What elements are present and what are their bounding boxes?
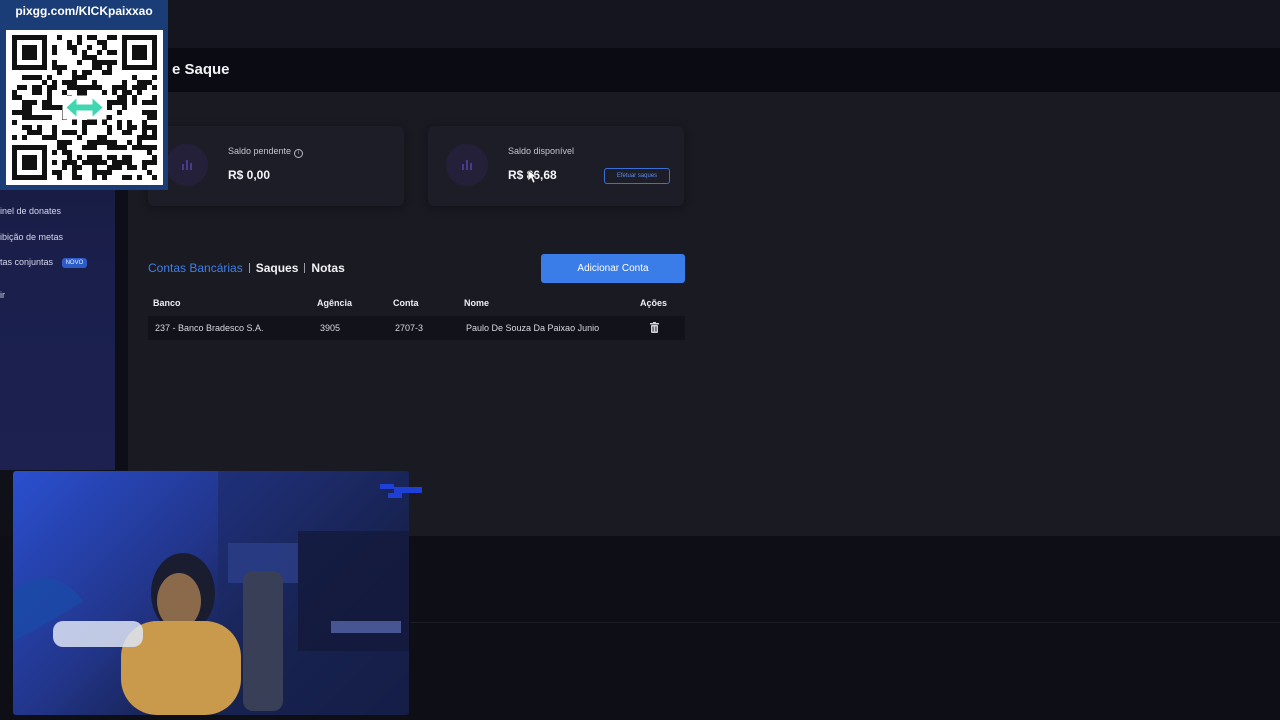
available-balance-card: Saldo disponível R$ 86,68 Efetuar saques [428, 126, 684, 206]
decorative-pixels [380, 484, 422, 498]
column-header-bank: Banco [153, 298, 181, 308]
screen: e Saque inel de donates ibição de metas … [0, 0, 1280, 720]
webcam-scene [13, 471, 409, 715]
divider [410, 622, 1280, 623]
pending-balance-value: R$ 0,00 [228, 168, 271, 182]
column-header-name: Nome [464, 298, 490, 308]
available-balance-label: Saldo disponível [508, 146, 575, 156]
sidebar-item-donates[interactable]: inel de donates [0, 206, 61, 216]
sidebar-item-label: tas conjuntas [0, 257, 54, 267]
tab-contas-bancarias[interactable]: Contas Bancárias [148, 261, 243, 275]
column-header-account: Conta [393, 298, 419, 308]
tab-separator [248, 263, 250, 273]
pending-balance-card: Saldo pendente i R$ 0,00 [148, 126, 404, 206]
tab-saques[interactable]: Saques [256, 261, 299, 275]
sidebar-item-contas-conjuntas[interactable]: tas conjuntas NOVO [0, 257, 88, 268]
qr-overlay: pixgg.com/KICKpaixxao [0, 0, 168, 190]
top-bar [0, 0, 1280, 48]
qr-code-icon [6, 30, 163, 185]
tab-separator [304, 263, 306, 273]
qr-overlay-title: pixgg.com/KICKpaixxao [15, 4, 153, 18]
trash-icon[interactable] [650, 322, 659, 333]
pending-balance-label: Saldo pendente i [228, 146, 304, 158]
sidebar-item-label: inel de donates [0, 206, 62, 216]
page-header: e Saque [128, 48, 1280, 92]
webcam-overlay [13, 471, 409, 715]
cell-account: 2707-3 [395, 323, 424, 333]
sidebar-item-sair[interactable]: ir [0, 290, 5, 300]
new-badge: NOVO [61, 257, 88, 268]
sidebar-item-label: ir [0, 290, 5, 300]
section-tabs: Contas Bancárias Saques Notas [148, 261, 345, 275]
cell-agency: 3905 [320, 323, 341, 333]
withdraw-button[interactable]: Efetuar saques [604, 168, 670, 184]
column-header-agency: Agência [317, 298, 353, 308]
sidebar-item-metas[interactable]: ibição de metas [0, 232, 63, 242]
page-title: e Saque [172, 61, 230, 78]
cell-bank: 237 - Banco Bradesco S.A. [155, 323, 264, 333]
chart-icon [166, 144, 208, 186]
chart-icon [446, 144, 488, 186]
mouse-cursor-icon [528, 170, 537, 183]
info-icon[interactable]: i [294, 149, 304, 158]
column-header-actions: Ações [640, 298, 668, 308]
add-account-button[interactable]: Adicionar Conta [541, 254, 685, 283]
cell-name: Paulo De Souza Da Paixao Junio [466, 323, 600, 333]
table-row: 237 - Banco Bradesco S.A. 3905 2707-3 Pa… [148, 316, 685, 340]
sidebar-item-label: ibição de metas [0, 232, 64, 242]
tab-notas[interactable]: Notas [311, 261, 344, 275]
